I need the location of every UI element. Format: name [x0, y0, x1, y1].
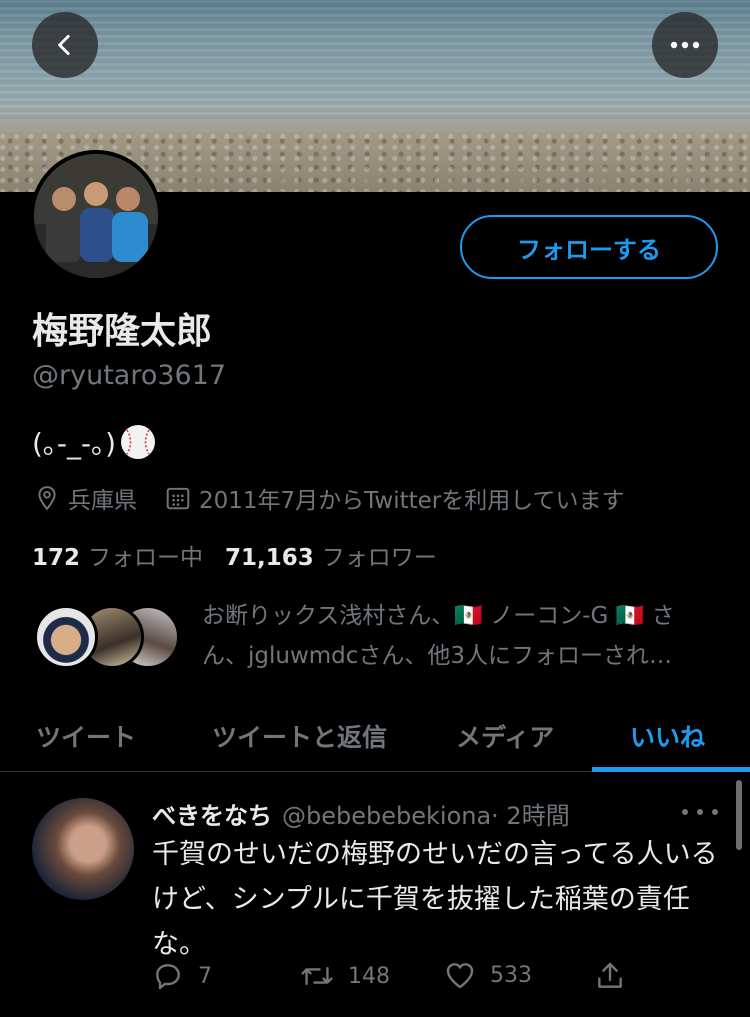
tweet-author-handle: @bebebebekiona	[282, 802, 492, 830]
like-button[interactable]: 533	[444, 960, 532, 990]
scrollbar[interactable]	[736, 780, 742, 850]
share-button[interactable]	[594, 960, 626, 992]
followed-by-line: ん、jgluwmdcさん、他3人にフォローされ…	[202, 643, 673, 669]
more-dot	[697, 809, 703, 815]
calendar-icon	[166, 487, 190, 510]
banner-sea	[0, 0, 750, 120]
avatar-photo	[34, 154, 158, 278]
more-dot	[712, 809, 718, 815]
tweet-author-name[interactable]: べきをなち	[152, 796, 272, 831]
tab-media[interactable]: メディア	[456, 700, 554, 772]
profile-name: 梅野隆太郎	[32, 311, 213, 352]
profile-handle: @ryutaro3617	[32, 360, 227, 391]
follower-avatar	[34, 605, 98, 669]
followers-count: 71,163	[225, 545, 314, 571]
back-button[interactable]	[32, 12, 98, 78]
follow-button[interactable]: フォローする	[460, 215, 718, 279]
tweet-header: べきをなち @bebebebekiona · 2時間	[152, 796, 570, 831]
followers-label: フォロワー	[321, 545, 437, 571]
retweet-count: 148	[348, 963, 390, 989]
profile-stats: 172 フォロー中 71,163 フォロワー	[32, 538, 459, 572]
joined-item: 2011年7月からTwitterを利用しています	[165, 481, 625, 515]
followed-by-avatars[interactable]	[34, 605, 184, 669]
tweet-item[interactable]: べきをなち @bebebebekiona · 2時間 千賀のせいだの梅野のせいだ…	[0, 772, 750, 1017]
share-icon	[598, 962, 622, 988]
following-link[interactable]: 172 フォロー中	[32, 538, 203, 572]
location-pin-icon	[38, 486, 56, 511]
tab-tweets-replies[interactable]: ツイートと返信	[212, 700, 387, 772]
reply-count: 7	[198, 963, 212, 989]
like-heart-icon	[446, 963, 474, 989]
followers-link[interactable]: 71,163 フォロワー	[225, 538, 437, 572]
more-options-button[interactable]	[652, 12, 718, 78]
reply-icon	[156, 964, 180, 990]
following-count: 172	[32, 545, 81, 571]
tweet-author-avatar[interactable]	[32, 798, 134, 900]
more-dots-icon	[670, 41, 700, 49]
baseball-icon	[121, 425, 156, 459]
tweet-timestamp: · 2時間	[491, 802, 570, 830]
tweet-text: 千賀のせいだの梅野のせいだの言ってる人いるけど、シンプルに千賀を抜擢した稲葉の責…	[152, 839, 718, 960]
reply-button[interactable]: 7	[152, 960, 212, 992]
location-item: 兵庫県	[34, 481, 137, 515]
following-label: フォロー中	[88, 545, 204, 571]
tweet-actions: 7 148 533	[152, 960, 642, 994]
back-arrow-icon	[58, 34, 70, 56]
profile-tabs: ツイート ツイートと返信 メディア いいね	[0, 700, 750, 772]
retweet-icon	[301, 966, 333, 986]
profile-meta: 兵庫県 2011年7月からTwitterを利用しています	[34, 481, 653, 515]
tab-likes[interactable]: いいね	[630, 700, 705, 772]
like-count: 533	[490, 962, 532, 988]
location-text: 兵庫県	[68, 488, 137, 514]
profile-avatar[interactable]	[30, 150, 162, 282]
tweet-more-button[interactable]	[682, 800, 718, 824]
tab-tweets[interactable]: ツイート	[36, 700, 136, 772]
more-dot	[682, 809, 688, 815]
followed-by-text[interactable]: お断りックス浅村さん、🇲🇽 ノーコン-G 🇲🇽 さ ん、jgluwmdcさん、他…	[202, 596, 702, 676]
retweet-button[interactable]: 148	[300, 960, 390, 992]
followed-by-line: お断りックス浅村さん、🇲🇽 ノーコン-G 🇲🇽 さ	[202, 603, 675, 629]
joined-text: 2011年7月からTwitterを利用しています	[199, 488, 625, 514]
profile-bio: (｡-_-｡)	[32, 422, 156, 462]
bio-text: (｡-_-｡)	[32, 427, 117, 460]
